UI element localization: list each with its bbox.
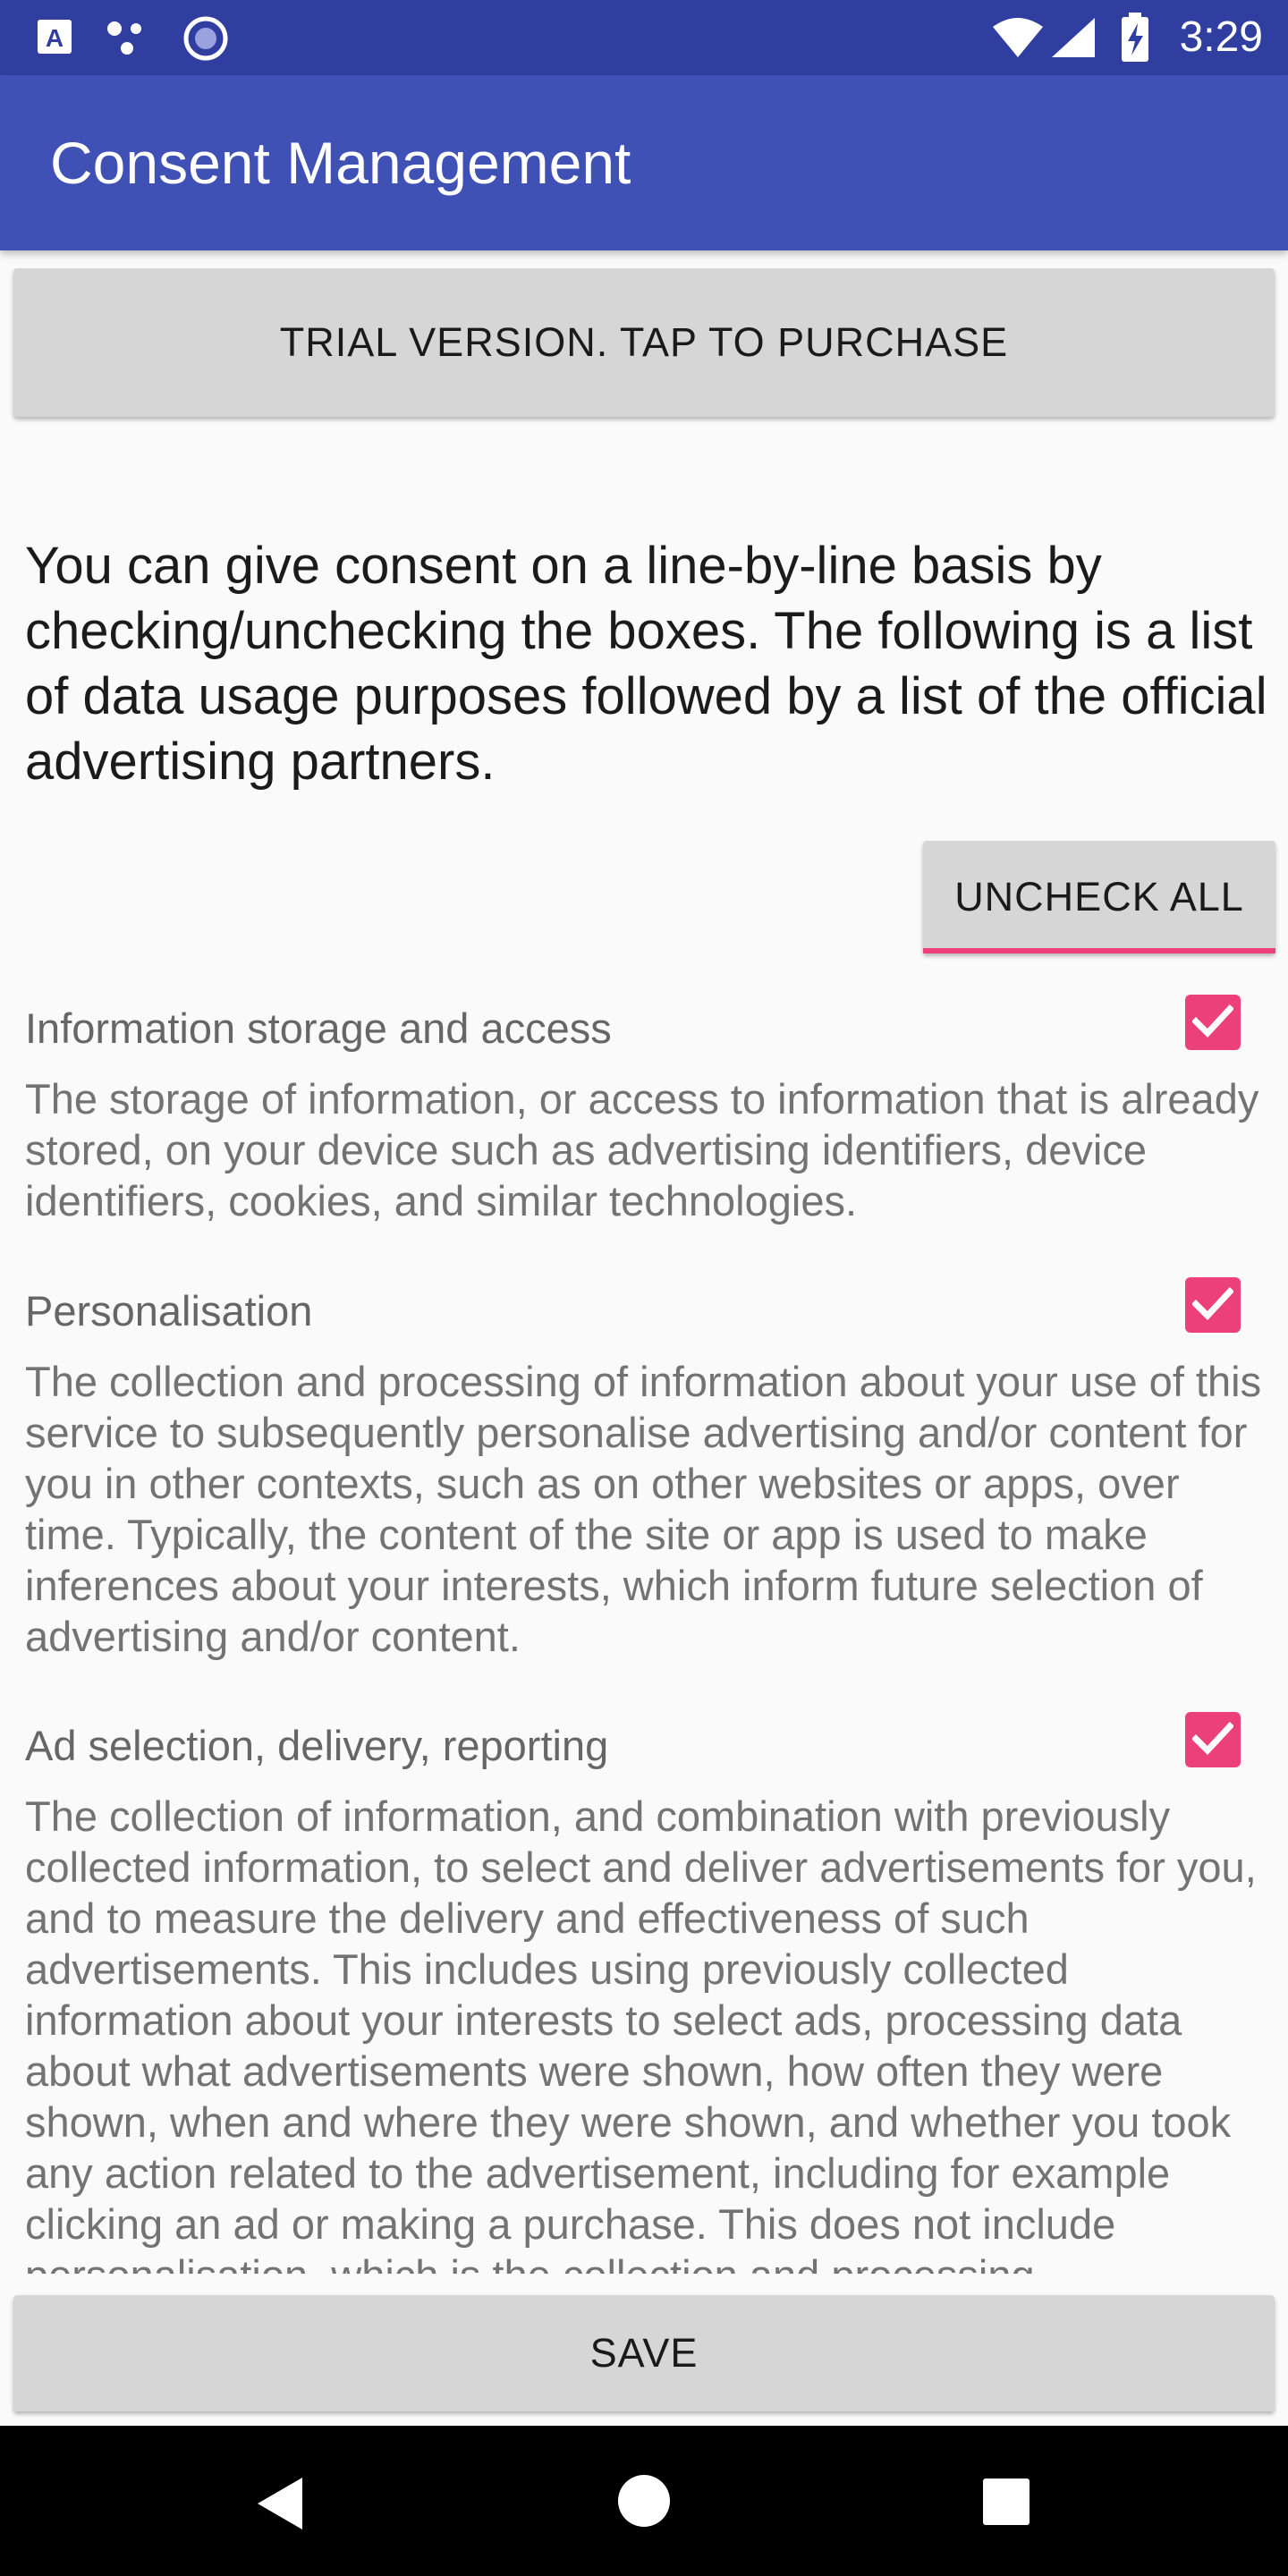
purpose-checkbox-storage[interactable]: [1185, 995, 1241, 1050]
purpose-checkbox-ad-selection[interactable]: [1185, 1712, 1241, 1767]
back-icon[interactable]: [254, 2476, 304, 2536]
trial-purchase-button[interactable]: TRIAL VERSION. TAP TO PURCHASE: [13, 268, 1275, 417]
purpose-title: Information storage and access: [25, 1004, 612, 1052]
battery-charging-icon: [1120, 13, 1150, 67]
purpose-description: The collection of information, and combi…: [25, 1792, 1257, 2274]
purpose-item-storage: Information storage and access The stora…: [0, 984, 1288, 1267]
uncheck-all-underline: [923, 948, 1275, 953]
purpose-item-ad-selection: Ad selection, delivery, reporting The co…: [0, 1701, 1288, 2274]
keyboard-a-icon: A: [36, 18, 75, 62]
purpose-description: The storage of information, or access to…: [25, 1075, 1259, 1224]
recents-icon[interactable]: [982, 2478, 1030, 2530]
intro-text: You can give consent on a line-by-line b…: [25, 537, 1267, 791]
wifi-icon: [991, 16, 1045, 64]
uncheck-all-button[interactable]: UNCHECK ALL: [923, 841, 1275, 953]
circle-record-icon: [182, 15, 229, 66]
status-bar: A 3:29: [0, 0, 1288, 75]
signal-icon: [1050, 16, 1097, 64]
save-button[interactable]: SAVE: [13, 2295, 1275, 2411]
purpose-title: Ad selection, delivery, reporting: [25, 1722, 609, 1769]
page-title: Consent Management: [50, 130, 631, 196]
purpose-item-personalisation: Personalisation The collection and proce…: [0, 1267, 1288, 1701]
dots-icon: [106, 18, 152, 62]
purpose-checkbox-personalisation[interactable]: [1185, 1277, 1241, 1333]
purpose-description: The collection and processing of informa…: [25, 1358, 1262, 1660]
app-bar: Consent Management: [0, 75, 1288, 250]
svg-text:A: A: [46, 24, 64, 52]
status-clock: 3:29: [1179, 13, 1263, 61]
purpose-list[interactable]: Information storage and access The stora…: [0, 984, 1288, 2274]
purpose-title: Personalisation: [25, 1287, 313, 1335]
system-nav-bar: [0, 2426, 1288, 2576]
home-icon[interactable]: [617, 2474, 671, 2532]
